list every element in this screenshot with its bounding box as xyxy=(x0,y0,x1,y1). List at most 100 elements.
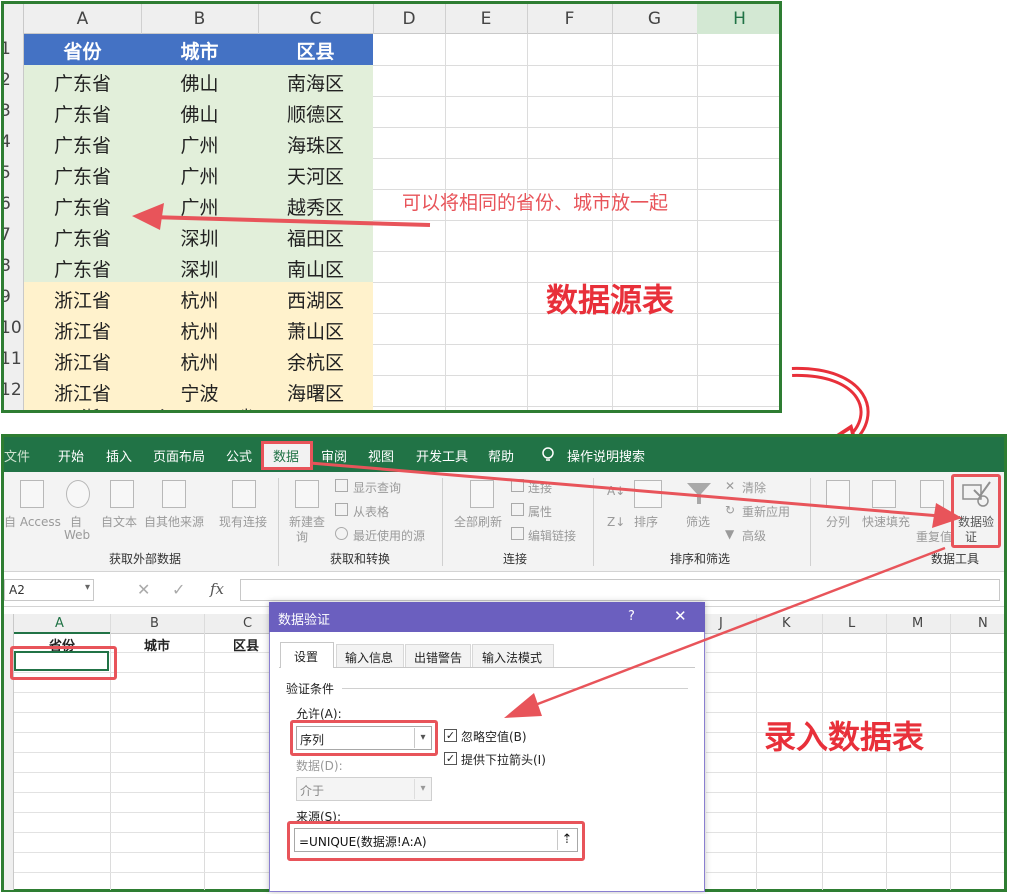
name-box-value: A2 xyxy=(9,583,25,597)
source-cell[interactable]: 海珠区 xyxy=(258,131,373,158)
dropdown-checkbox[interactable]: ✓ xyxy=(444,752,457,765)
source-cell[interactable]: 深圳 xyxy=(141,255,258,282)
cut-row-text: 浙江省 xyxy=(24,404,373,410)
source-cell[interactable]: 广东省 xyxy=(24,162,141,189)
row-number-3[interactable]: 3 xyxy=(4,101,11,121)
source-cell[interactable]: 杭州 xyxy=(141,286,258,313)
from-access-button[interactable]: 自 Access xyxy=(4,513,61,530)
source-cell[interactable]: 萧山区 xyxy=(258,317,373,344)
bottom-column-header-n[interactable]: N xyxy=(978,616,988,631)
ribbon-tab[interactable]: 页面布局 xyxy=(153,446,205,465)
text-file-icon xyxy=(110,480,134,508)
source-cell[interactable]: 广东省 xyxy=(24,100,141,127)
source-cell[interactable]: 佛山 xyxy=(141,100,258,127)
fx-icon[interactable]: fx xyxy=(210,580,224,598)
ignore-blank-checkbox[interactable]: ✓ xyxy=(444,729,457,742)
source-cell[interactable]: 杭州 xyxy=(141,348,258,375)
source-cell[interactable]: 广州 xyxy=(141,162,258,189)
grid-row-line xyxy=(373,375,779,376)
grid-col-line xyxy=(445,34,446,410)
grid-row-line xyxy=(373,158,779,159)
source-cell[interactable]: 海曙区 xyxy=(258,379,373,406)
bottom-column-header-a[interactable]: A xyxy=(55,616,64,631)
bottom-column-header-b[interactable]: B xyxy=(150,616,159,631)
column-header-c[interactable]: C xyxy=(258,9,373,29)
column-header-f[interactable]: F xyxy=(527,9,612,29)
from-text-button[interactable]: 自文本 xyxy=(101,513,137,530)
tab-data-label: 数据 xyxy=(273,450,300,465)
source-cell[interactable]: 顺德区 xyxy=(258,100,373,127)
row-number-5[interactable]: 5 xyxy=(4,163,11,183)
grid-row-line xyxy=(706,812,1004,813)
bottom-column-header-c[interactable]: C xyxy=(243,616,252,631)
column-header-b[interactable]: B xyxy=(141,9,258,29)
source-cell[interactable]: 宁波 xyxy=(141,379,258,406)
confirm-icon[interactable]: ✓ xyxy=(172,580,185,599)
entry-header-district[interactable]: 区县 xyxy=(233,635,259,654)
grid-row-line xyxy=(373,65,779,66)
tab-input-message-label: 输入信息 xyxy=(345,651,394,665)
source-cell[interactable]: 天河区 xyxy=(258,162,373,189)
name-box[interactable]: A2 ▾ xyxy=(4,579,94,601)
source-cell[interactable]: 广州 xyxy=(141,131,258,158)
column-header-h[interactable]: H xyxy=(697,4,779,34)
tab-settings-label: 设置 xyxy=(294,650,319,664)
source-cell[interactable]: 浙江省 xyxy=(24,348,141,375)
source-cell[interactable]: 广东省 xyxy=(24,131,141,158)
row-number-9[interactable]: 9 xyxy=(4,287,11,307)
source-cell[interactable]: 杭州 xyxy=(141,317,258,344)
source-cell[interactable]: 西湖区 xyxy=(258,286,373,313)
grid-row-line xyxy=(14,832,269,833)
entry-header-city[interactable]: 城市 xyxy=(110,635,204,654)
cancel-icon[interactable]: ✕ xyxy=(137,580,150,599)
row-number-1[interactable]: 1 xyxy=(4,39,11,59)
grid-row-line xyxy=(14,792,269,793)
row-number-12[interactable]: 12 xyxy=(4,380,22,400)
data-select-value: 介于 xyxy=(300,784,325,798)
dialog-title: 数据验证 xyxy=(278,613,331,628)
header-district[interactable]: 区县 xyxy=(258,37,373,64)
ribbon-tab[interactable]: 插入 xyxy=(106,446,132,465)
column-header-d[interactable]: D xyxy=(373,9,445,29)
entry-table-title: 录入数据表 xyxy=(764,718,925,756)
source-cell[interactable]: 浙江省 xyxy=(24,379,141,406)
source-cell[interactable]: 南海区 xyxy=(258,69,373,96)
column-header-g[interactable]: G xyxy=(612,9,697,29)
grid-row-line xyxy=(706,772,1004,773)
source-cell[interactable]: 浙江省 xyxy=(24,286,141,313)
existing-connections-button[interactable]: 现有连接 xyxy=(219,513,267,530)
grid-row-line xyxy=(14,852,269,853)
grid-row-line xyxy=(14,872,269,873)
data-label: 数据(D): xyxy=(296,759,343,773)
grid-row-line xyxy=(14,812,269,813)
source-cell[interactable]: 余杭区 xyxy=(258,348,373,375)
row-number-4[interactable]: 4 xyxy=(4,132,11,152)
source-cell[interactable]: 佛山 xyxy=(141,69,258,96)
column-header-a[interactable]: A xyxy=(24,9,141,29)
column-header-e[interactable]: E xyxy=(445,9,527,29)
header-city[interactable]: 城市 xyxy=(141,37,258,64)
grid-row-line xyxy=(706,792,1004,793)
row-number-7[interactable]: 7 xyxy=(4,225,11,245)
edit-links-icon xyxy=(511,527,524,540)
ribbon-tab[interactable]: 文件 xyxy=(4,446,30,465)
row-number-10[interactable]: 10 xyxy=(4,318,22,338)
source-cell[interactable]: 南山区 xyxy=(258,255,373,282)
header-province[interactable]: 省份 xyxy=(24,37,141,64)
grid-row-line xyxy=(706,872,1004,873)
source-cell[interactable]: 广东省 xyxy=(24,69,141,96)
note-arrow xyxy=(132,203,431,230)
source-cell[interactable]: 浙江省 xyxy=(24,317,141,344)
from-other-sources-button[interactable]: 自其他来源 xyxy=(144,513,204,530)
row-number-6[interactable]: 6 xyxy=(4,194,11,214)
grid-row-line xyxy=(14,692,269,693)
source-cell[interactable]: 广东省 xyxy=(24,255,141,282)
ribbon-tab[interactable]: 公式 xyxy=(226,446,252,465)
ribbon-tab[interactable]: 开始 xyxy=(58,446,84,465)
row-number-8[interactable]: 8 xyxy=(4,256,11,276)
row-number-11[interactable]: 11 xyxy=(4,349,22,369)
grid-row-line xyxy=(14,732,269,733)
grid-row-line xyxy=(373,344,779,345)
recent-sources-button[interactable]: 最近使用的源 xyxy=(353,527,425,544)
row-number-2[interactable]: 2 xyxy=(4,70,11,90)
